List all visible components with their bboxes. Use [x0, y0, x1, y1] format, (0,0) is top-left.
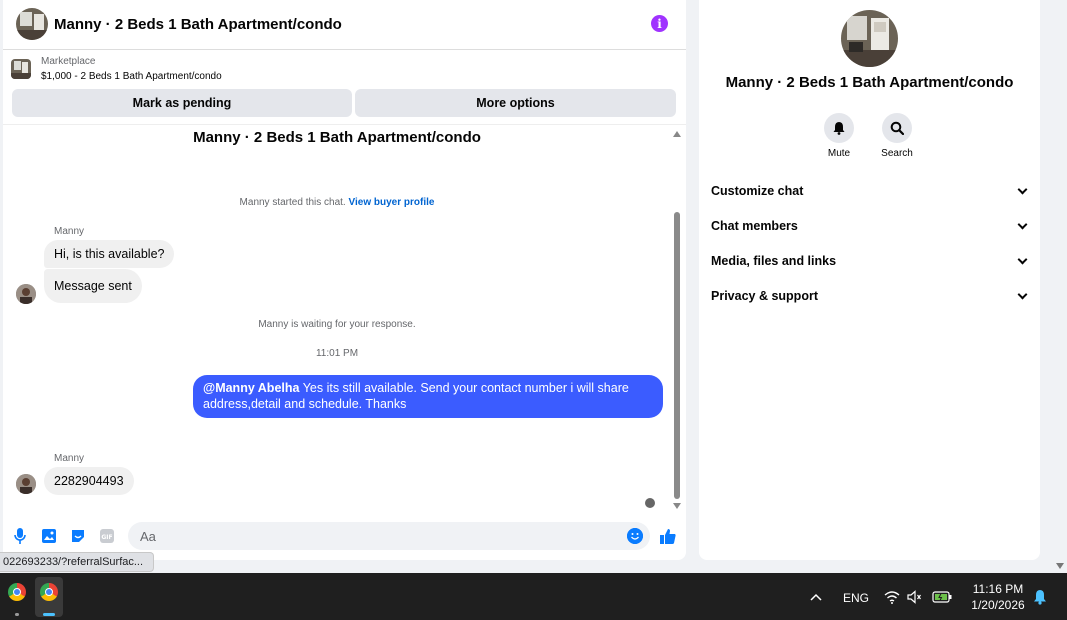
seen-indicator-avatar	[645, 498, 655, 508]
chevron-down-icon	[1017, 219, 1028, 230]
listing-summary: $1,000 - 2 Beds 1 Bath Apartment/condo	[41, 71, 222, 82]
app-running-indicator	[15, 613, 19, 616]
profile-avatar[interactable]	[841, 10, 898, 67]
sticker-icon[interactable]	[70, 528, 86, 544]
incoming-message[interactable]: Hi, is this available?	[44, 240, 175, 268]
scrollbar-thumb[interactable]	[674, 212, 680, 499]
incoming-message[interactable]: 2282904493	[44, 467, 134, 495]
chat-info-panel: Manny · 2 Beds 1 Bath Apartment/condo Mu…	[699, 0, 1040, 560]
waiting-notice: Manny is waiting for your response.	[258, 319, 416, 330]
section-chat-members[interactable]: Chat members	[699, 210, 1040, 242]
image-icon[interactable]	[41, 528, 57, 544]
notification-bell-icon[interactable]	[1032, 589, 1048, 605]
composer: GIF	[3, 518, 686, 556]
search-label: Search	[881, 148, 913, 159]
message-thread[interactable]: Manny · 2 Beds 1 Bath Apartment/condo Ma…	[3, 124, 686, 516]
mute-action[interactable]: Mute	[809, 113, 869, 159]
chevron-down-icon	[1017, 184, 1028, 195]
chat-panel: Manny · 2 Beds 1 Bath Apartment/condo i …	[3, 0, 686, 560]
battery-icon[interactable]	[932, 589, 952, 605]
emoji-icon[interactable]	[627, 528, 643, 544]
scroll-down-arrow-icon[interactable]	[673, 503, 681, 509]
section-customize-chat[interactable]: Customize chat	[699, 175, 1040, 207]
message-timestamp: 11:01 PM	[315, 348, 359, 359]
bell-icon[interactable]	[824, 113, 854, 143]
chat-started-text: Manny started this chat.	[239, 197, 346, 208]
section-media-files-links[interactable]: Media, files and links	[699, 245, 1040, 277]
scroll-up-arrow-icon[interactable]	[673, 131, 681, 137]
incoming-message[interactable]: Message sent	[44, 269, 142, 303]
more-options-button[interactable]: More options	[355, 89, 676, 117]
sender-avatar[interactable]	[16, 474, 36, 494]
gif-icon[interactable]: GIF	[99, 528, 115, 544]
chat-header: Manny · 2 Beds 1 Bath Apartment/condo i	[3, 0, 686, 50]
view-buyer-profile-link[interactable]: View buyer profile	[349, 197, 435, 208]
clock-date: 1/20/2026	[971, 598, 1025, 612]
mention-tag[interactable]: @Manny Abelha	[203, 381, 299, 395]
search-icon[interactable]	[882, 113, 912, 143]
section-label: Customize chat	[711, 184, 804, 198]
conversation-title: Manny · 2 Beds 1 Bath Apartment/condo	[193, 129, 481, 146]
wifi-icon[interactable]	[884, 589, 900, 605]
section-label: Privacy & support	[711, 289, 818, 303]
section-label: Chat members	[711, 219, 798, 233]
mic-icon[interactable]	[12, 528, 28, 544]
taskbar: ENG 11:16 PM 1/20/2026	[0, 573, 1067, 620]
chat-started-notice: Manny started this chat. View buyer prof…	[3, 197, 671, 208]
section-privacy-support[interactable]: Privacy & support	[699, 280, 1040, 312]
mark-as-pending-button[interactable]: Mark as pending	[12, 89, 352, 117]
page-scroll-down-arrow-icon[interactable]	[1056, 563, 1064, 569]
chevron-down-icon	[1017, 289, 1028, 300]
outgoing-message[interactable]: @Manny Abelha Yes its still available. S…	[193, 375, 663, 418]
message-input[interactable]	[128, 522, 650, 550]
sender-name: Manny	[54, 453, 85, 464]
chrome-icon[interactable]	[8, 583, 26, 601]
listing-avatar[interactable]	[16, 8, 48, 40]
chat-title: Manny · 2 Beds 1 Bath Apartment/condo	[54, 16, 342, 33]
marketplace-row[interactable]: Marketplace $1,000 - 2 Beds 1 Bath Apart…	[3, 50, 686, 86]
chevron-down-icon	[1017, 254, 1028, 265]
clock-time: 11:16 PM	[972, 582, 1024, 596]
sender-avatar[interactable]	[16, 284, 36, 304]
language-indicator[interactable]: ENG	[843, 591, 869, 605]
search-action[interactable]: Search	[867, 113, 927, 159]
speaker-icon[interactable]	[907, 589, 923, 605]
info-icon[interactable]: i	[651, 15, 668, 32]
mute-label: Mute	[827, 148, 851, 159]
link-status-bar: 022693233/?referralSurfac...	[0, 552, 155, 572]
listing-thumbnail	[11, 59, 31, 79]
marketplace-label: Marketplace	[41, 56, 96, 67]
sender-name: Manny	[54, 226, 85, 237]
chevron-up-icon[interactable]	[808, 589, 824, 605]
svg-text:GIF: GIF	[101, 534, 112, 541]
section-label: Media, files and links	[711, 254, 837, 268]
thread-scrollbar[interactable]	[672, 129, 682, 511]
active-app-indicator	[43, 613, 55, 616]
chrome-icon[interactable]	[40, 583, 58, 601]
profile-name: Manny · 2 Beds 1 Bath Apartment/condo	[725, 74, 1014, 91]
thumbs-up-icon[interactable]	[659, 527, 677, 545]
system-clock[interactable]: 11:16 PM 1/20/2026	[960, 581, 1036, 613]
